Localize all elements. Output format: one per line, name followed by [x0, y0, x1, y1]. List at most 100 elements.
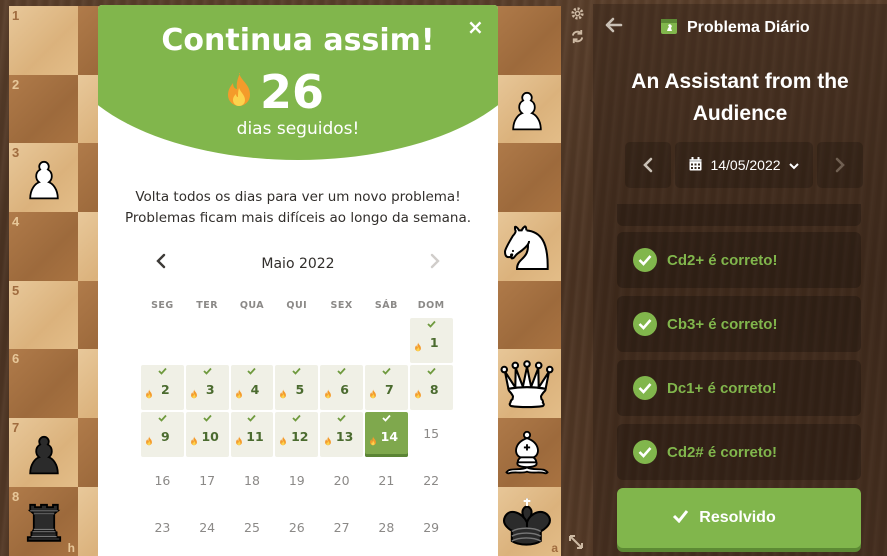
calendar-day-number: 13: [335, 429, 354, 444]
completed-check-icon: [410, 367, 453, 378]
calendar-day[interactable]: 25: [231, 506, 274, 551]
rank-label: 6: [12, 351, 20, 367]
calendar-day-number: 6: [340, 382, 349, 397]
calendar-day[interactable]: 26: [275, 506, 318, 551]
calendar-day[interactable]: 3: [185, 365, 229, 410]
white-knight-icon[interactable]: [492, 212, 561, 281]
calendar-day[interactable]: 16: [141, 459, 184, 504]
board-square[interactable]: 4: [9, 212, 78, 281]
daily-puzzle-icon: [659, 16, 679, 40]
streak-counter: 26: [224, 65, 324, 119]
calendar-day-number: 9: [161, 429, 170, 444]
calendar-day[interactable]: 7: [364, 365, 408, 410]
board-square[interactable]: [492, 212, 561, 281]
calendar-day[interactable]: 15: [410, 412, 453, 457]
board-square[interactable]: [492, 349, 561, 419]
resize-board-icon[interactable]: [568, 534, 584, 554]
calendar-day[interactable]: 28: [365, 506, 408, 551]
move-result-text: Cd2# é correto!: [667, 443, 778, 461]
completed-check-icon: [186, 367, 229, 378]
calendar-day[interactable]: 17: [186, 459, 229, 504]
board-square[interactable]: [492, 143, 561, 213]
moves-list: Cd2+ é correto! Cb3+ é correto! Dc1+ é c…: [617, 204, 861, 488]
next-month-button[interactable]: [430, 253, 440, 274]
board-square[interactable]: [492, 6, 561, 75]
board-square[interactable]: [492, 280, 561, 350]
chevron-down-icon: [788, 157, 799, 173]
board-square[interactable]: 3: [9, 143, 78, 213]
weekday-label: SEX: [330, 300, 353, 311]
calendar-day[interactable]: 24: [186, 506, 229, 551]
black-king-icon[interactable]: [492, 487, 561, 556]
move-result-text: Dc1+ é correto!: [667, 379, 777, 397]
solved-button[interactable]: Resolvido: [617, 488, 861, 548]
calendar-day[interactable]: 21: [365, 459, 408, 504]
calendar-day[interactable]: 29: [410, 506, 453, 551]
completed-check-icon: [410, 320, 453, 331]
black-pawn-icon[interactable]: [9, 418, 78, 487]
calendar-day-number: 3: [205, 382, 215, 397]
board-square[interactable]: 2: [9, 74, 78, 144]
calendar-day[interactable]: 8: [409, 365, 453, 410]
board-square[interactable]: [492, 418, 561, 487]
board-square[interactable]: [492, 74, 561, 144]
date-selector[interactable]: 14/05/2022: [675, 142, 813, 188]
board-square[interactable]: 7: [9, 418, 78, 487]
calendar-day[interactable]: 1: [409, 318, 453, 363]
weekday-label: SÁB: [374, 300, 398, 311]
board-square[interactable]: 6: [9, 349, 78, 419]
settings-gear-icon[interactable]: [570, 6, 585, 25]
calendar-day[interactable]: 12: [275, 412, 319, 457]
weekday-label: QUA: [239, 300, 265, 311]
calendar-day[interactable]: 18: [231, 459, 274, 504]
white-pawn-icon[interactable]: [492, 75, 561, 144]
board-square[interactable]: 5: [9, 280, 78, 350]
calendar-day-number: 12: [291, 429, 309, 444]
flame-icon: [224, 72, 254, 112]
calendar-day[interactable]: 6: [320, 365, 363, 410]
completed-check-icon: [186, 414, 229, 425]
calendar-day-number: 29: [423, 520, 440, 535]
calendar-day[interactable]: 5: [275, 365, 319, 410]
weekday-label: QUI: [286, 300, 308, 311]
next-date-button[interactable]: [817, 142, 863, 188]
calendar-day[interactable]: 19: [275, 459, 318, 504]
flip-board-icon[interactable]: [570, 29, 585, 48]
calendar-day[interactable]: 4: [230, 365, 274, 410]
calendar-day[interactable]: 9: [141, 412, 184, 457]
board-square[interactable]: a: [492, 486, 561, 556]
completed-check-icon: [365, 367, 408, 378]
white-pawn-icon[interactable]: [9, 143, 78, 212]
calendar-day[interactable]: 20: [320, 459, 363, 504]
description-line: Volta todos os dias para ver um novo pro…: [135, 189, 461, 205]
board-square[interactable]: 8h: [9, 486, 78, 556]
board-square[interactable]: 1: [9, 6, 78, 75]
calendar-empty-cell: [365, 318, 408, 363]
completed-check-icon: [231, 367, 274, 378]
calendar-empty-cell: [275, 318, 318, 363]
calendar-day[interactable]: 14: [364, 412, 408, 457]
back-arrow-icon[interactable]: [605, 14, 623, 38]
black-rook-icon[interactable]: [9, 487, 78, 556]
calendar-day[interactable]: 27: [320, 506, 363, 551]
previous-date-button[interactable]: [625, 142, 671, 188]
calendar-day[interactable]: 23: [141, 506, 184, 551]
completed-check-icon: [141, 414, 184, 425]
completed-check-icon: [231, 414, 274, 425]
description-line: Problemas ficam mais difíceis ao longo d…: [124, 210, 472, 226]
white-queen-icon[interactable]: [492, 349, 561, 418]
weekday-label: DOM: [417, 300, 445, 311]
completed-check-icon: [320, 367, 363, 378]
calendar-day-number: 28: [378, 520, 395, 535]
calendar-day[interactable]: 22: [410, 459, 453, 504]
check-circle-icon: [633, 376, 657, 400]
move-result-text: Cb3+ é correto!: [667, 315, 778, 333]
rank-label: 1: [12, 8, 20, 23]
calendar-day[interactable]: 11: [230, 412, 274, 457]
puzzle-name: An Assistant from the Audience: [631, 70, 849, 125]
white-bishop-icon[interactable]: [492, 418, 561, 487]
calendar-day-number: 18: [244, 473, 260, 488]
calendar-day[interactable]: 2: [141, 365, 184, 410]
calendar-day[interactable]: 13: [320, 412, 363, 457]
calendar-day[interactable]: 10: [185, 412, 229, 457]
